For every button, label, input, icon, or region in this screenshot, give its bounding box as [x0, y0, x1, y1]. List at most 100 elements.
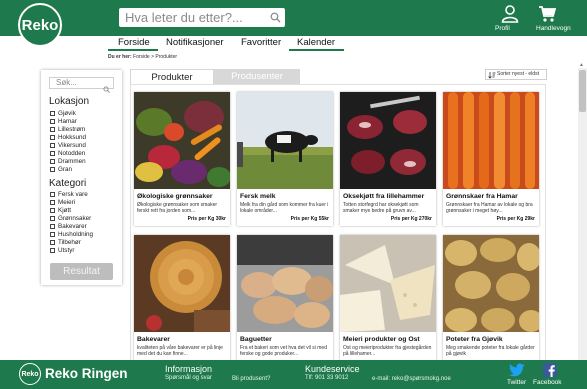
- nav-notifikasjoner[interactable]: Notifikasjoner: [166, 37, 224, 48]
- footer: Reko Reko Ringen Informasjon Spørsmål og…: [0, 360, 587, 389]
- category-option[interactable]: Kjøtt: [50, 207, 71, 214]
- product-image[interactable]: [340, 92, 436, 189]
- category-option[interactable]: Bakevarer: [50, 223, 87, 230]
- checkbox[interactable]: [50, 159, 55, 164]
- cart-button[interactable]: Handlevogn: [536, 5, 571, 32]
- product-title[interactable]: Bakevarer: [137, 336, 170, 343]
- search-bar[interactable]: Hva leter du etter?...: [119, 8, 285, 27]
- facebook-link[interactable]: Facebook: [533, 363, 562, 386]
- search-input[interactable]: Hva leter du etter?...: [125, 10, 243, 25]
- product-card[interactable]: Bakevarer kvaliteten på våre bakevarer e…: [134, 235, 230, 369]
- footer-email[interactable]: e-mail: reko@spørsmokg.noe: [372, 376, 451, 382]
- result-button[interactable]: Resultat: [50, 263, 113, 280]
- location-option[interactable]: Hamar: [50, 118, 77, 125]
- profile-button[interactable]: Profil: [495, 5, 521, 32]
- checkbox[interactable]: [50, 192, 55, 197]
- product-description: Melk fra din gård som kommer fra kuer i …: [240, 202, 329, 214]
- sort-dropdown[interactable]: Sorter nyest - eldst: [485, 69, 547, 80]
- checkbox[interactable]: [50, 127, 55, 132]
- product-image[interactable]: [134, 92, 230, 189]
- checkbox[interactable]: [50, 143, 55, 148]
- twitter-link[interactable]: Twitter: [507, 363, 526, 386]
- sort-label: Sorter nyest - eldst: [497, 71, 539, 77]
- category-option[interactable]: Meieri: [50, 199, 75, 206]
- product-title[interactable]: Oksekjøtt fra lillehammer: [343, 193, 424, 200]
- checkbox[interactable]: [50, 151, 55, 156]
- nav-forside[interactable]: Forside: [118, 37, 150, 48]
- logo[interactable]: Reko: [18, 3, 62, 47]
- facebook-icon: [543, 363, 557, 377]
- product-image[interactable]: [237, 235, 333, 332]
- category-heading: Kategori: [49, 178, 87, 189]
- search-icon[interactable]: [103, 80, 110, 98]
- product-image[interactable]: [443, 235, 539, 332]
- product-title[interactable]: Poteter fra Gjøvik: [446, 336, 503, 343]
- product-card[interactable]: Grønnskaer fra Hamar Grønnskaer fra Hama…: [443, 92, 539, 226]
- product-image[interactable]: [237, 92, 333, 189]
- location-option[interactable]: Notodden: [50, 150, 85, 157]
- checkbox[interactable]: [50, 240, 55, 245]
- category-option[interactable]: Utstyr: [50, 247, 74, 254]
- search-icon[interactable]: [270, 10, 281, 28]
- checkbox[interactable]: [50, 232, 55, 237]
- footer-logo[interactable]: Reko: [19, 363, 41, 385]
- product-card[interactable]: Baguetter Fra et bakeri som vet hva det …: [237, 235, 333, 369]
- product-image[interactable]: [443, 92, 539, 189]
- location-option[interactable]: Lillestrøm: [50, 126, 85, 133]
- product-title[interactable]: Baguetter: [240, 336, 272, 343]
- product-card[interactable]: Økologiske grønnsaker Økologiske grønnsa…: [134, 92, 230, 226]
- checkbox[interactable]: [50, 167, 55, 172]
- checkbox[interactable]: [50, 216, 55, 221]
- location-option[interactable]: Drammen: [50, 158, 86, 165]
- product-title[interactable]: Grønnskaer fra Hamar: [446, 193, 518, 200]
- location-heading: Lokasjon: [49, 96, 90, 107]
- nav-kalender[interactable]: Kalender: [297, 37, 335, 48]
- product-price: Pris per Kg 270kr: [390, 216, 432, 222]
- footer-faq-link[interactable]: Spørsmål og svar: [165, 375, 212, 381]
- footer-become-producer-link[interactable]: Bli produsent?: [232, 376, 270, 382]
- facebook-label: Facebook: [533, 379, 562, 386]
- checkbox[interactable]: [50, 208, 55, 213]
- category-option[interactable]: Husholdning: [50, 231, 93, 238]
- checkbox[interactable]: [50, 224, 55, 229]
- product-card[interactable]: Poteter fra Gjøvik Meg smakende poteter …: [443, 235, 539, 369]
- breadcrumb-path[interactable]: Forside > Produkter: [133, 54, 177, 60]
- location-option[interactable]: Gjøvik: [50, 110, 76, 117]
- product-title[interactable]: Fersk melk: [240, 193, 276, 200]
- sidebar-search-input[interactable]: Søk...: [56, 78, 77, 87]
- product-description: Fra et bakeri som vet hva det vil si med…: [240, 345, 327, 357]
- product-card[interactable]: Fersk melk Melk fra din gård som kommer …: [237, 92, 333, 226]
- profile-label: Profil: [495, 25, 510, 32]
- checkbox[interactable]: [50, 200, 55, 205]
- footer-brand: Reko Ringen: [45, 366, 128, 381]
- product-image[interactable]: [134, 235, 230, 332]
- product-description: Totten storfegrd har oksekjøtt som smake…: [343, 202, 419, 214]
- product-description: Ost og meieriprodukter fra gjestegården …: [343, 345, 432, 357]
- location-option[interactable]: Vikersund: [50, 142, 86, 149]
- logo-text: Reko: [21, 16, 59, 34]
- product-title[interactable]: Meieri produkter og Ost: [343, 336, 420, 343]
- checkbox[interactable]: [50, 135, 55, 140]
- product-title[interactable]: Økologiske grønnsaker: [137, 193, 213, 200]
- location-option[interactable]: Gran: [50, 166, 72, 173]
- scrollbar-thumb[interactable]: [579, 70, 586, 112]
- product-image[interactable]: [340, 235, 436, 332]
- category-option[interactable]: Fersk vare: [50, 191, 88, 198]
- cart-label: Handlevogn: [536, 25, 571, 32]
- checkbox[interactable]: [50, 248, 55, 253]
- tab-products[interactable]: Produkter: [130, 69, 214, 84]
- checkbox[interactable]: [50, 119, 55, 124]
- product-card[interactable]: Oksekjøtt fra lillehammer Totten storfeg…: [340, 92, 436, 226]
- sort-icon: [488, 71, 496, 83]
- user-icon: [501, 5, 519, 23]
- footer-service-heading: Kundeservice: [305, 364, 360, 374]
- product-description: Grønnskaer fra Hamar av lokale og bra gr…: [446, 202, 533, 214]
- tab-producers[interactable]: Produsenter: [214, 69, 300, 84]
- category-option[interactable]: Tilbehør: [50, 239, 81, 246]
- checkbox[interactable]: [50, 111, 55, 116]
- product-card[interactable]: Meieri produkter og Ost Ost og meieripro…: [340, 235, 436, 369]
- location-option[interactable]: Hokksund: [50, 134, 86, 141]
- sidebar-search[interactable]: Søk...: [49, 77, 114, 93]
- category-option[interactable]: Grønnsaker: [50, 215, 91, 222]
- nav-favoritter[interactable]: Favoritter: [241, 37, 281, 48]
